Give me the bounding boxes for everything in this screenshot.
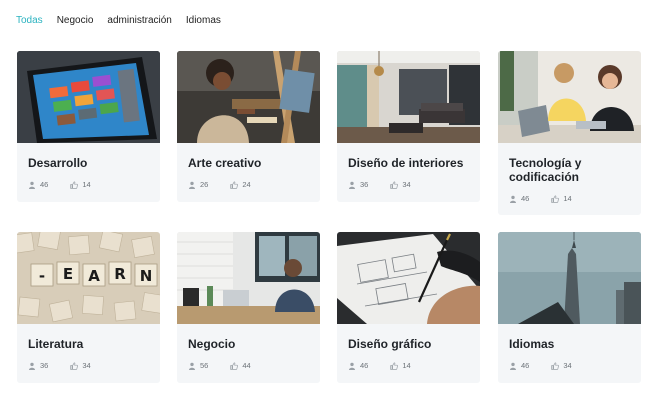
course-title[interactable]: Diseño de interiores <box>348 156 469 170</box>
course-card[interactable]: Diseño de interiores 36 34 <box>337 51 480 202</box>
thumbs-up-icon <box>230 361 239 370</box>
thumbs-up-icon <box>70 180 79 189</box>
course-thumbnail[interactable] <box>337 51 480 143</box>
course-title[interactable]: Diseño gráfico <box>348 337 469 351</box>
course-thumbnail[interactable] <box>498 232 641 324</box>
svg-text:-: - <box>39 267 45 285</box>
likes-count: 14 <box>563 194 572 203</box>
likes-count: 34 <box>563 361 572 370</box>
thumbs-up-icon <box>390 180 399 189</box>
svg-text:E: E <box>63 265 73 283</box>
course-title[interactable]: Literatura <box>28 337 149 351</box>
course-title[interactable]: Negocio <box>188 337 309 351</box>
thumbs-up-icon <box>390 361 399 370</box>
thumbs-up-icon <box>551 361 560 370</box>
thumbs-up-icon <box>230 180 239 189</box>
user-icon <box>28 362 36 370</box>
course-grid: Desarrollo 46 14 Arte creativo 26 24 Dis… <box>17 51 642 391</box>
user-icon <box>28 181 36 189</box>
users-count: 36 <box>360 180 369 189</box>
user-icon <box>509 195 517 203</box>
course-card[interactable]: Idiomas 46 34 <box>498 232 641 383</box>
user-icon <box>348 181 356 189</box>
course-card[interactable]: Tecnología y codificación 46 14 <box>498 51 641 215</box>
course-card[interactable]: - E A R N Literatura 36 34 <box>17 232 160 383</box>
users-count: 46 <box>360 361 369 370</box>
svg-text:N: N <box>140 267 153 285</box>
course-thumbnail[interactable] <box>17 51 160 143</box>
svg-text:A: A <box>88 267 100 285</box>
user-icon <box>188 362 196 370</box>
user-icon <box>188 181 196 189</box>
course-title[interactable]: Tecnología y codificación <box>509 156 630 184</box>
users-count: 26 <box>200 180 209 189</box>
filter-idiomas[interactable]: Idiomas <box>186 15 221 26</box>
course-title[interactable]: Desarrollo <box>28 156 149 170</box>
filter-todas[interactable]: Todas <box>16 15 43 26</box>
course-title[interactable]: Arte creativo <box>188 156 309 170</box>
svg-text:R: R <box>114 265 126 283</box>
course-thumbnail[interactable] <box>177 232 320 324</box>
likes-count: 24 <box>242 180 251 189</box>
course-card[interactable]: Arte creativo 26 24 <box>177 51 320 202</box>
user-icon <box>348 362 356 370</box>
thumbs-up-icon <box>70 361 79 370</box>
course-card[interactable]: Negocio 56 44 <box>177 232 320 383</box>
course-thumbnail[interactable] <box>498 51 641 143</box>
users-count: 46 <box>521 361 530 370</box>
category-filters: Todas Negocio administración Idiomas <box>16 15 221 26</box>
likes-count: 34 <box>82 361 91 370</box>
users-count: 46 <box>40 180 49 189</box>
users-count: 46 <box>521 194 530 203</box>
course-card[interactable]: Diseño gráfico 46 14 <box>337 232 480 383</box>
likes-count: 14 <box>82 180 91 189</box>
course-thumbnail[interactable] <box>177 51 320 143</box>
course-thumbnail[interactable]: - E A R N <box>17 232 160 324</box>
filter-administracion[interactable]: administración <box>107 15 171 26</box>
likes-count: 34 <box>402 180 411 189</box>
user-icon <box>509 362 517 370</box>
course-title[interactable]: Idiomas <box>509 337 630 351</box>
users-count: 56 <box>200 361 209 370</box>
course-card[interactable]: Desarrollo 46 14 <box>17 51 160 202</box>
thumbs-up-icon <box>551 194 560 203</box>
filter-negocio[interactable]: Negocio <box>57 15 94 26</box>
likes-count: 44 <box>242 361 251 370</box>
likes-count: 14 <box>402 361 411 370</box>
course-thumbnail[interactable] <box>337 232 480 324</box>
users-count: 36 <box>40 361 49 370</box>
